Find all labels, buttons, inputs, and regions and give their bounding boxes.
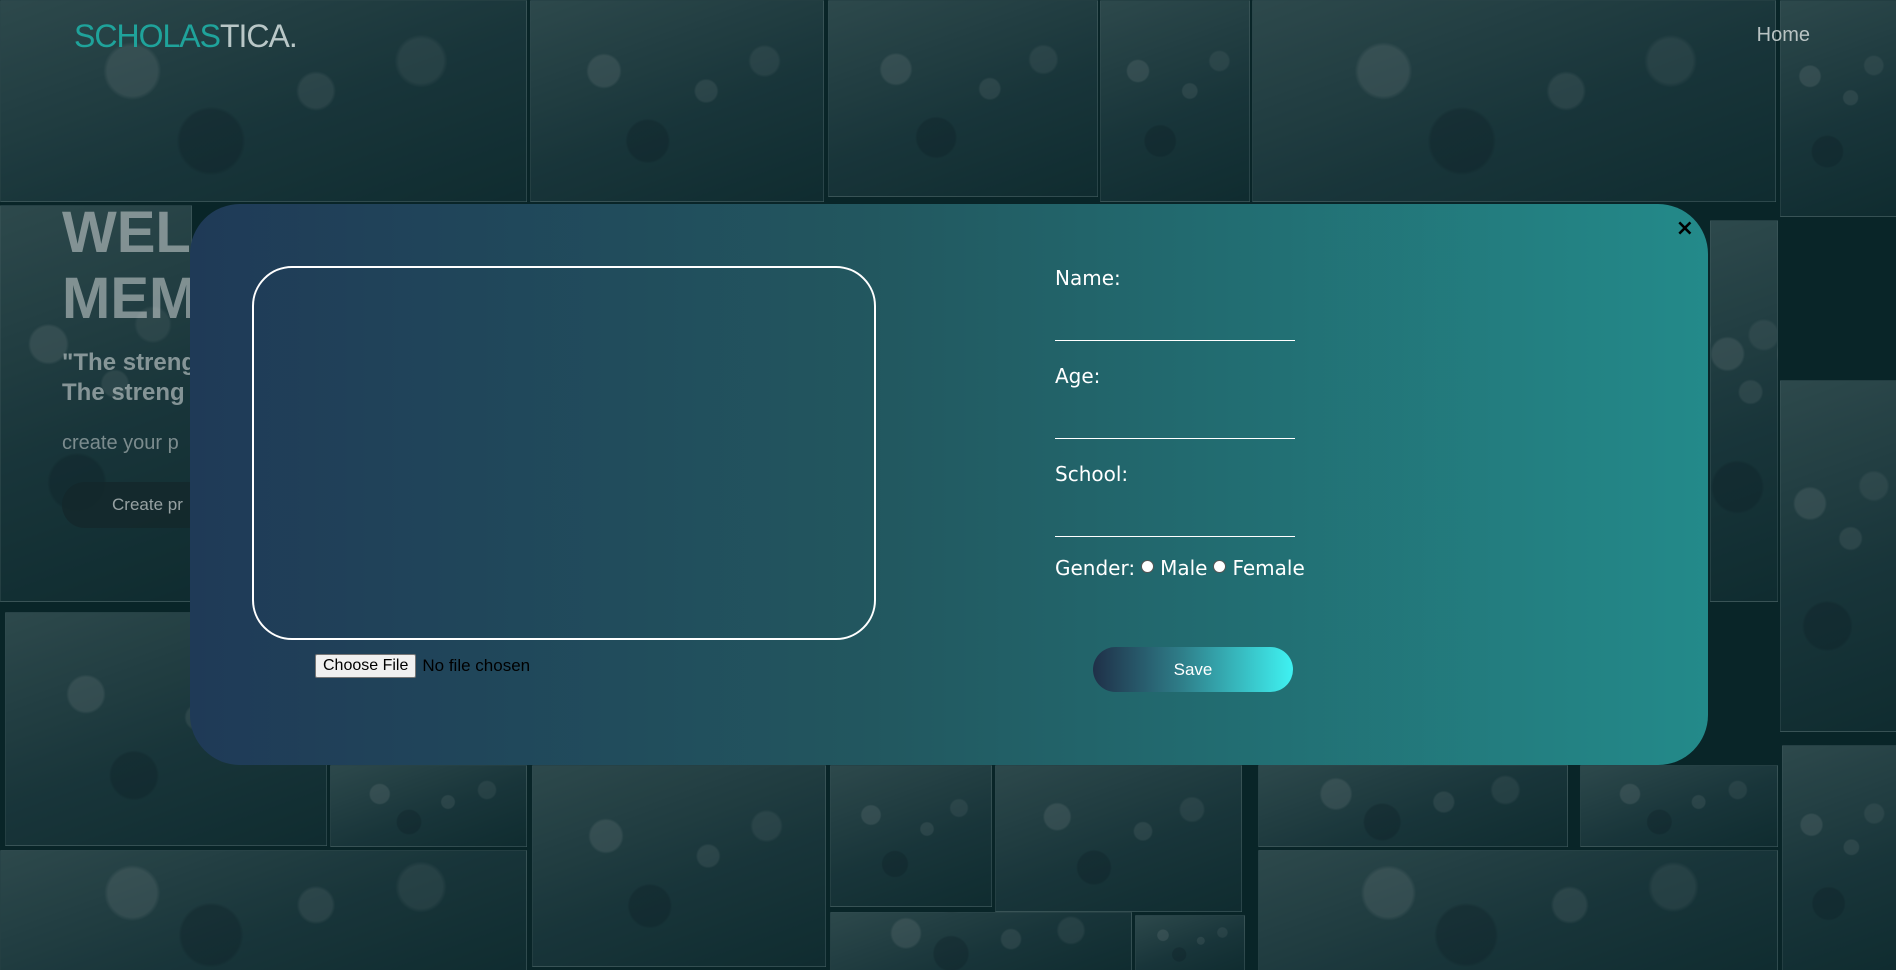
file-upload: Choose File No file chosen [315, 654, 530, 678]
hero-title-line1: WEL [62, 200, 191, 265]
hero-quote: "The streng The streng [62, 348, 196, 408]
gender-group: Gender: Male Female [1055, 556, 1305, 580]
brand-logo[interactable]: SCHOLASTICA. [74, 18, 298, 55]
file-status-text: No file chosen [422, 656, 531, 675]
age-label: Age: [1055, 364, 1101, 388]
profile-modal: × Choose File No file chosen Name: Age: … [190, 204, 1708, 765]
age-input[interactable] [1055, 408, 1295, 439]
gender-female-label: Female [1232, 556, 1305, 580]
gender-male-radio[interactable] [1141, 559, 1155, 573]
choose-file-button[interactable]: Choose File [315, 654, 417, 678]
hero-title: WEL MEM [62, 200, 197, 332]
close-icon[interactable]: × [1676, 216, 1694, 241]
hero-title-line2: MEM [62, 266, 198, 331]
hero-subtitle: create your p [62, 432, 179, 454]
photo-preview-box [252, 266, 876, 640]
brand-logo-part2: TICA. [219, 18, 298, 54]
name-input[interactable] [1055, 310, 1295, 341]
hero-quote-line2: The streng [62, 379, 185, 406]
school-label: School: [1055, 462, 1129, 486]
gender-female-radio[interactable] [1213, 559, 1227, 573]
gender-label: Gender: [1055, 556, 1136, 580]
save-button[interactable]: Save [1093, 647, 1293, 692]
nav-home-link[interactable]: Home [1757, 24, 1810, 47]
gender-male-label: Male [1160, 556, 1208, 580]
name-label: Name: [1055, 266, 1121, 290]
school-input[interactable] [1055, 506, 1295, 537]
hero-quote-line1: "The streng [62, 349, 197, 376]
brand-logo-part1: SCHOLAS [74, 18, 221, 54]
